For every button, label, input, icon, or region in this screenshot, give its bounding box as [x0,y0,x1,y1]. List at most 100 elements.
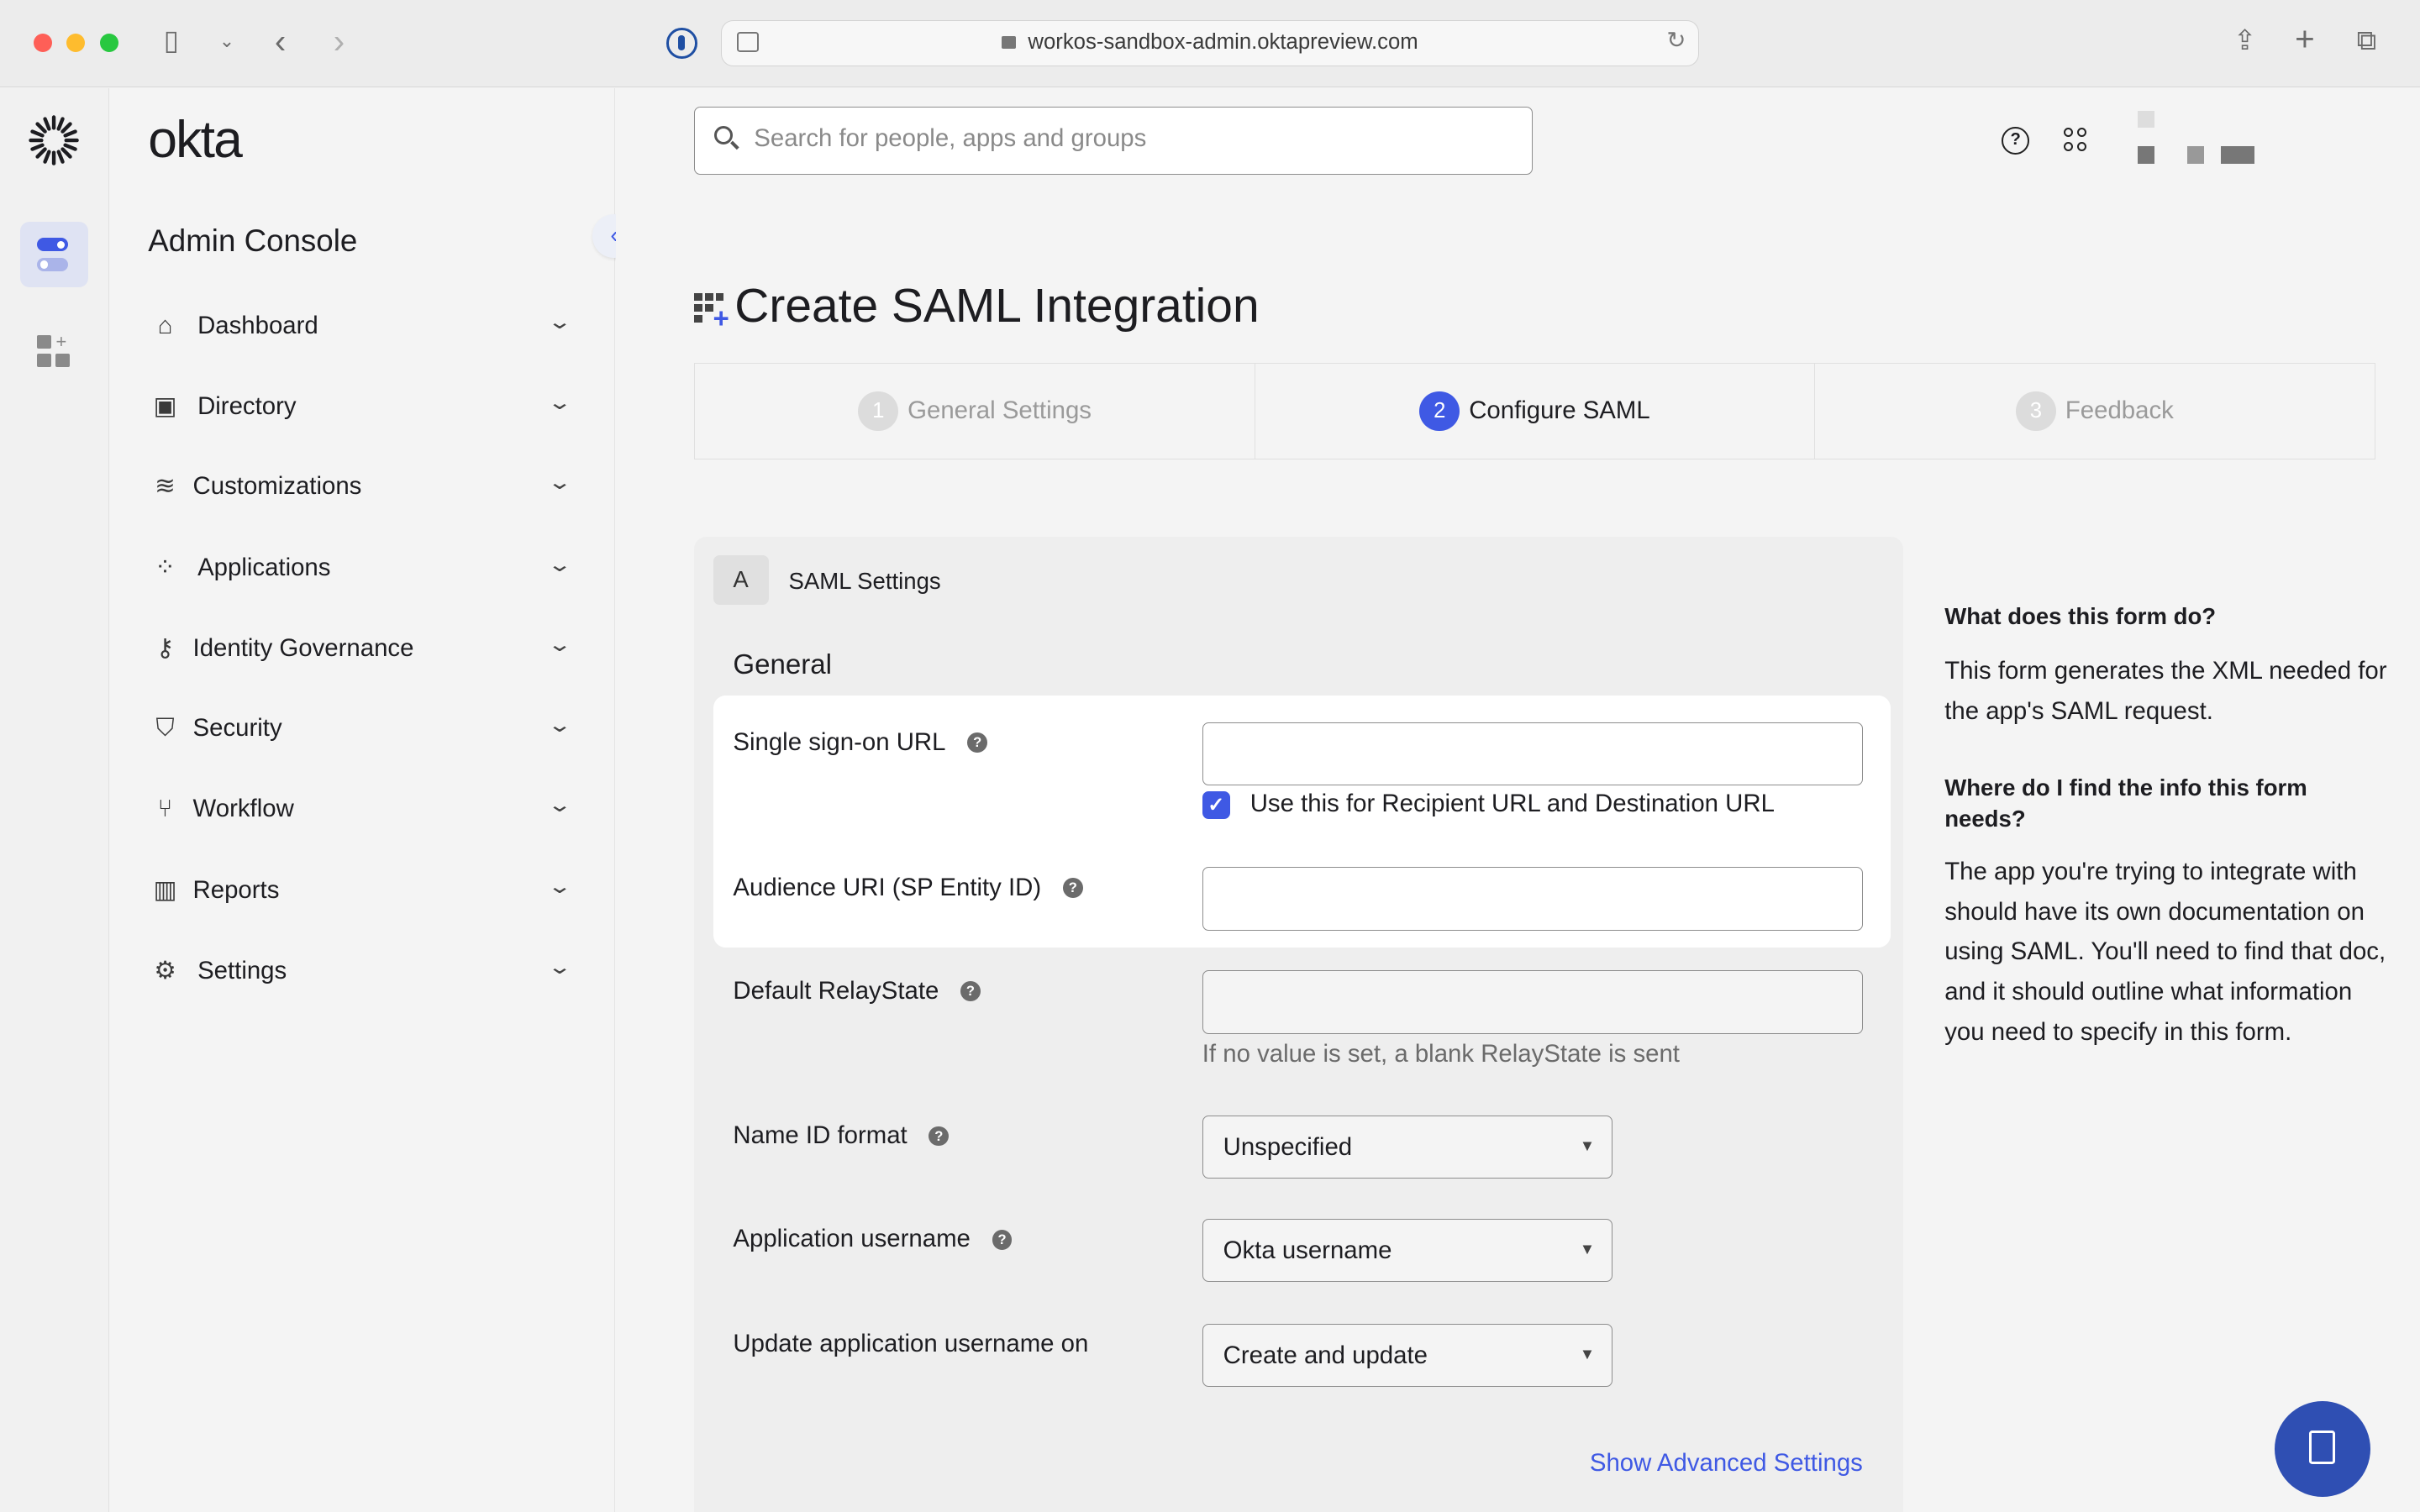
sso-url-input[interactable] [1202,722,1863,785]
user-menu-avatar[interactable] [2137,111,2261,172]
add-apps-icon[interactable]: + [37,332,71,369]
step-number: 1 [858,391,899,432]
relay-state-input[interactable] [1202,970,1863,1034]
sidebar-toggle-icon[interactable]: ▯ [164,24,179,58]
password-manager-icon[interactable] [666,28,698,59]
page-title: Create SAML Integration [734,278,1260,333]
chevron-down-icon: ⌄ [546,391,572,414]
minimize-window-button[interactable] [66,34,85,53]
chevron-down-icon: ⌄ [546,713,572,737]
app-grid-icon[interactable] [2063,128,2088,152]
directory-icon: ▣ [153,391,177,420]
help-tooltip-icon[interactable]: ? [1062,877,1083,898]
okta-sunburst-icon[interactable] [26,113,82,168]
help-icon[interactable]: ? [2002,126,2030,155]
reload-icon[interactable]: ↻ [1666,27,1686,54]
section-title: SAML Settings [788,567,941,594]
sidebar-item-directory[interactable]: ▣ Directory ⌄ [148,376,580,438]
audience-uri-input[interactable] [1202,867,1863,931]
help-tooltip-icon[interactable]: ? [992,1229,1013,1250]
step-general-settings[interactable]: 1 General Settings [695,363,1255,459]
sidebar-item-security[interactable]: ⛉ Security ⌄ [148,699,580,760]
close-window-button[interactable] [34,34,53,53]
forward-icon[interactable]: › [334,24,345,58]
help-question-1: What does this form do? [1944,603,2217,630]
lock-icon [1002,36,1016,49]
app-switcher-rail: + [0,87,109,1512]
chevron-down-icon[interactable]: ⌄ [219,24,234,58]
key-icon: ⚷ [155,633,175,662]
chevron-down-icon: ⌄ [546,311,572,334]
sidebar-item-label: Security [192,714,282,743]
chevron-down-icon: ⌄ [546,875,572,899]
gear-icon: ⚙ [154,956,176,984]
help-tooltip-icon[interactable]: ? [929,1126,950,1147]
sso-url-label: Single sign-on URL? [733,727,988,757]
sidebar-item-applications[interactable]: ⁘ Applications ⌄ [148,538,580,600]
admin-toggle-icon[interactable] [19,222,88,287]
apps-grid-icon: ⁘ [155,554,176,582]
chevron-down-icon: ⌄ [546,955,572,979]
sidebar-item-label: Applications [197,554,331,582]
sidebar-item-label: Identity Governance [192,633,414,662]
step-configure-saml[interactable]: 2 Configure SAML [1255,363,1816,459]
search-icon [713,125,733,144]
sidebar-item-settings[interactable]: ⚙ Settings ⌄ [148,941,580,1002]
application-username-select[interactable]: Okta username ▼ [1202,1218,1613,1283]
help-tooltip-icon[interactable]: ? [967,732,988,753]
step-feedback[interactable]: 3 Feedback [1815,364,2374,459]
bar-chart-icon: ▥ [153,876,177,905]
help-tooltip-icon[interactable]: ? [960,980,981,1001]
sidebar-item-label: Dashboard [197,312,318,339]
name-id-format-select[interactable]: Unspecified ▼ [1202,1115,1613,1179]
wizard-stepper: 1 General Settings 2 Configure SAML 3 Fe… [694,362,2375,460]
chevron-down-icon: ⌄ [546,471,572,495]
global-search[interactable] [694,106,1533,175]
share-icon[interactable]: ⇪ [2233,24,2257,58]
shield-icon: ⛉ [155,714,175,743]
step-number: 2 [1419,391,1460,432]
main-content: ? + Create SAML Integration 1 General Se… [615,87,2420,1512]
sliders-icon: ≋ [155,472,176,501]
step-label: General Settings [908,396,1092,425]
help-answer-1: This form generates the XML needed for t… [1944,657,2387,725]
sidebar-item-label: Workflow [192,794,294,822]
chevron-down-icon: ⌄ [546,553,572,576]
sso-url-label-text: Single sign-on URL [733,727,946,756]
update-username-label: Update application username on [733,1330,1089,1358]
browser-toolbar: ▯ ⌄ ‹ › workos-sandbox-admin.oktapreview… [0,0,2420,87]
okta-logo: okta [148,110,243,170]
audience-uri-label-text: Audience URI (SP Entity ID) [733,873,1042,901]
sidebar-item-label: Customizations [192,472,362,501]
general-heading: General [733,649,832,681]
docs-floating-button[interactable] [2275,1400,2371,1497]
audience-uri-label: Audience URI (SP Entity ID)? [733,873,1083,902]
address-bar[interactable]: workos-sandbox-admin.oktapreview.com ↻ [720,19,1700,66]
back-icon[interactable]: ‹ [275,24,286,58]
sidebar-item-label: Settings [197,956,287,984]
app-integration-icon: + [694,292,729,333]
select-value: Okta username [1223,1236,1392,1265]
caret-down-icon: ▼ [1579,1239,1596,1257]
select-value: Create and update [1223,1341,1428,1370]
name-id-format-label-text: Name ID format [733,1121,908,1150]
new-tab-icon[interactable]: + [2295,22,2315,55]
sidebar-item-reports[interactable]: ▥ Reports ⌄ [148,861,580,922]
recipient-url-checkbox-label[interactable]: Use this for Recipient URL and Destinati… [1250,790,1775,818]
chevron-down-icon: ⌄ [546,633,572,657]
name-id-format-label: Name ID format? [733,1121,950,1150]
sidebar-item-identity-governance[interactable]: ⚷ Identity Governance ⌄ [148,619,580,680]
sidebar-item-dashboard[interactable]: ⌂ Dashboard ⌄ [148,297,580,358]
tab-overview-icon[interactable]: ⧉ [2357,24,2377,58]
section-badge: A [713,555,769,605]
chevron-down-icon: ⌄ [546,794,572,817]
sidebar-item-label: Reports [192,876,280,905]
sidebar-item-workflow[interactable]: ⑂ Workflow ⌄ [148,780,580,841]
update-username-select[interactable]: Create and update ▼ [1202,1323,1613,1388]
search-input[interactable] [750,123,1513,155]
recipient-url-checkbox[interactable]: ✓ [1202,791,1230,820]
show-advanced-settings-link[interactable]: Show Advanced Settings [1590,1449,1863,1478]
help-question-2: Where do I find the info this form needs… [1944,774,2307,832]
sidebar-item-customizations[interactable]: ≋ Customizations ⌄ [148,457,580,518]
maximize-window-button[interactable] [100,34,119,53]
